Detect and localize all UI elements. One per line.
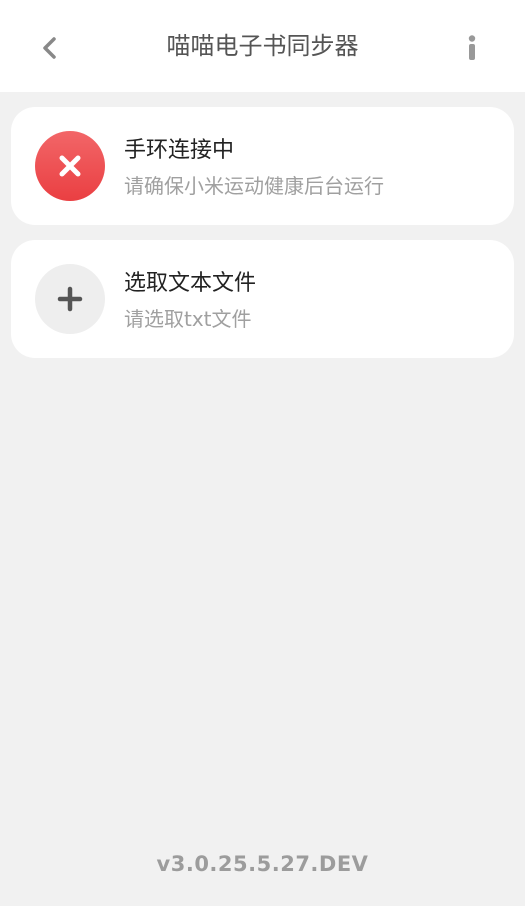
connection-status-title: 手环连接中 (124, 138, 235, 163)
select-file-card[interactable]: 选取文本文件 请选取txt文件 (11, 240, 514, 358)
page-title: 喵喵电子书同步器 (166, 32, 359, 60)
select-file-hint: 请选取txt文件 (124, 307, 252, 331)
plus-icon (57, 286, 83, 312)
connection-status-hint: 请确保小米运动健康后台运行 (124, 174, 384, 198)
info-button[interactable] (452, 26, 492, 70)
connection-status-card[interactable]: 手环连接中 请确保小米运动健康后台运行 (11, 107, 514, 225)
back-button[interactable] (28, 26, 72, 70)
version-label: v3.0.25.5.27.DEV (156, 852, 369, 876)
error-badge (35, 131, 105, 201)
top-bar: 喵喵电子书同步器 (0, 0, 525, 92)
chevron-left-icon (43, 37, 56, 59)
info-icon (468, 35, 476, 60)
select-file-title: 选取文本文件 (124, 271, 257, 296)
close-icon (59, 155, 81, 177)
add-badge (35, 264, 105, 334)
